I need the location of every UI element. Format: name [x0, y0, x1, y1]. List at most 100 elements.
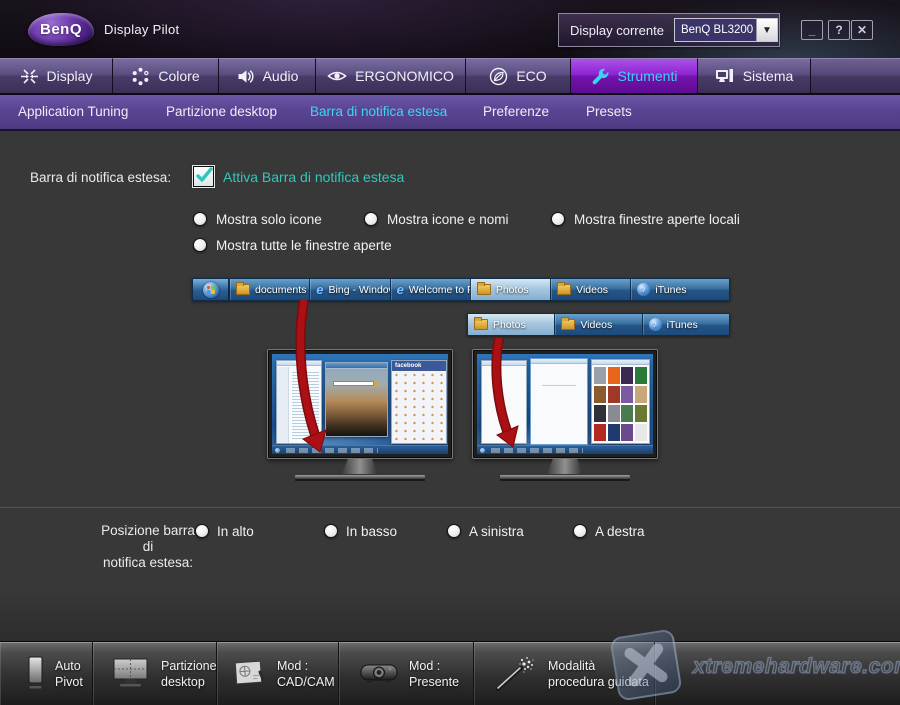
radio-in-basso[interactable] — [324, 524, 338, 538]
tab-colore[interactable]: Colore — [113, 58, 219, 95]
radio-mostra-icone-e-nomi[interactable] — [364, 212, 378, 226]
enable-notification-bar-checkbox[interactable] — [193, 166, 214, 187]
bottom-toolbar: Auto Pivot Partizione desktop — [0, 641, 900, 705]
radio-in-alto[interactable] — [195, 524, 209, 538]
folder-icon — [561, 319, 575, 330]
tab-label: ECO — [516, 68, 546, 84]
eco-leaf-icon — [489, 67, 508, 86]
tab-label: Display — [47, 68, 93, 84]
taskbar-button: Videos — [554, 314, 641, 335]
explorer-window — [276, 360, 322, 444]
radio-label[interactable]: Mostra tutte le finestre aperte — [216, 238, 392, 253]
desktop-wallpaper — [477, 354, 653, 454]
tab-label: Colore — [158, 68, 199, 84]
photo-thumbnail — [594, 367, 606, 384]
photo-thumbnail — [594, 405, 606, 422]
taskbar-button: ♪ iTunes — [630, 279, 729, 300]
tab-audio[interactable]: Audio — [219, 58, 316, 95]
taskbar-button: e Bing - Windows I... — [309, 279, 389, 300]
checkmark-icon — [193, 164, 217, 188]
display-select[interactable]: BenQ BL3200 ▼ — [674, 18, 778, 42]
tab-label: Strumenti — [618, 68, 678, 84]
tab-label: Audio — [263, 68, 299, 84]
enable-notification-bar-label[interactable]: Attiva Barra di notifica estesa — [223, 169, 404, 185]
tool-label-line1: Mod : — [409, 659, 440, 673]
folder-icon — [236, 284, 250, 295]
subtab-preferenze[interactable]: Preferenze — [483, 104, 549, 119]
itunes-icon: ♪ — [649, 318, 662, 331]
subtab-partizione-desktop[interactable]: Partizione desktop — [166, 104, 277, 119]
taskbar-button: e Welcome to Face... — [390, 279, 470, 300]
photo-thumbnail — [621, 386, 633, 403]
tab-display[interactable]: Display — [0, 58, 113, 95]
tab-strumenti[interactable]: Strumenti — [571, 58, 698, 95]
speaker-icon — [236, 67, 255, 86]
display-converge-icon — [20, 67, 39, 86]
radio-label[interactable]: Mostra finestre aperte locali — [574, 212, 740, 227]
taskbar-button: Photos — [468, 314, 554, 335]
tab-label: ERGONOMICO — [355, 68, 454, 84]
taskbar-button-label: Photos — [493, 319, 526, 331]
monitor-stand-neck — [547, 459, 583, 474]
photo-grid — [594, 367, 647, 441]
help-button[interactable]: ? — [828, 20, 850, 40]
radio-label[interactable]: A sinistra — [469, 524, 524, 539]
taskbar-button: Photos — [470, 279, 550, 300]
taskbar-button: ♪ iTunes — [642, 314, 729, 335]
tool-label-line2: Presente — [409, 675, 459, 689]
taskbar-button: Videos — [550, 279, 630, 300]
tool-label-line1: Partizione — [161, 659, 217, 673]
tab-sistema[interactable]: Sistema — [698, 58, 811, 95]
taskbar-button-label: iTunes — [667, 319, 698, 331]
minimize-button[interactable]: _ — [801, 20, 823, 40]
taskbar-button-label: Photos — [496, 284, 529, 296]
auto-pivot-button[interactable]: Auto Pivot — [0, 642, 93, 705]
taskbar-preview-row1: documents e Bing - Windows I... e Welcom… — [192, 278, 730, 301]
monitor-screen — [472, 349, 658, 459]
tab-ergonomico[interactable]: ERGONOMICO — [316, 58, 466, 95]
radio-label[interactable]: Mostra solo icone — [216, 212, 322, 227]
mini-taskbar — [272, 445, 448, 454]
tool-label-line1: Modalità — [548, 659, 595, 673]
chevron-down-icon[interactable]: ▼ — [756, 19, 777, 41]
desktop-wallpaper: facebook — [272, 354, 448, 454]
close-button[interactable]: ✕ — [851, 20, 873, 40]
wizard-mode-button[interactable]: Modalità procedura guidata — [474, 642, 655, 705]
benq-logo: BenQ — [28, 13, 94, 46]
taskbar-button-label: Videos — [580, 319, 612, 331]
radio-a-sinistra[interactable] — [447, 524, 461, 538]
photo-thumbnail — [608, 386, 620, 403]
magic-wand-icon — [494, 655, 536, 693]
app-title: Display Pilot — [104, 22, 179, 37]
display-selector-group: Display corrente BenQ BL3200 ▼ — [558, 13, 780, 47]
monitor-screen: facebook — [267, 349, 453, 459]
browser-window-facebook: facebook — [391, 360, 447, 444]
radio-label[interactable]: A destra — [595, 524, 645, 539]
taskbar-button-label: Welcome to Face... — [409, 284, 470, 296]
internet-explorer-icon: e — [397, 283, 404, 296]
tab-eco[interactable]: ECO — [466, 58, 571, 95]
radio-mostra-solo-icone[interactable] — [193, 212, 207, 226]
color-dots-icon — [131, 67, 150, 86]
folder-icon — [557, 284, 571, 295]
auto-pivot-icon — [24, 656, 46, 692]
radio-mostra-tutte-le-finestre[interactable] — [193, 238, 207, 252]
subtab-application-tuning[interactable]: Application Tuning — [18, 104, 128, 119]
desktop-partition-icon — [112, 657, 152, 691]
subtab-presets[interactable]: Presets — [586, 104, 632, 119]
section-divider — [0, 507, 900, 509]
toolbar-filler — [655, 642, 900, 705]
presentation-mode-button[interactable]: Mod : Presente — [339, 642, 474, 705]
radio-label[interactable]: In alto — [217, 524, 254, 539]
folder-icon — [477, 284, 491, 295]
folder-icon — [474, 319, 488, 330]
cad-cam-mode-button[interactable]: Mod : CAD/CAM — [217, 642, 339, 705]
subtab-barra-notifica-estesa[interactable]: Barra di notifica estesa — [310, 104, 447, 119]
radio-mostra-finestre-aperte-locali[interactable] — [551, 212, 565, 226]
monitor-illustration-left: facebook — [267, 349, 453, 479]
cad-cam-icon — [234, 658, 268, 690]
radio-label[interactable]: In basso — [346, 524, 397, 539]
radio-label[interactable]: Mostra icone e nomi — [387, 212, 509, 227]
desktop-partition-button[interactable]: Partizione desktop — [93, 642, 217, 705]
radio-a-destra[interactable] — [573, 524, 587, 538]
